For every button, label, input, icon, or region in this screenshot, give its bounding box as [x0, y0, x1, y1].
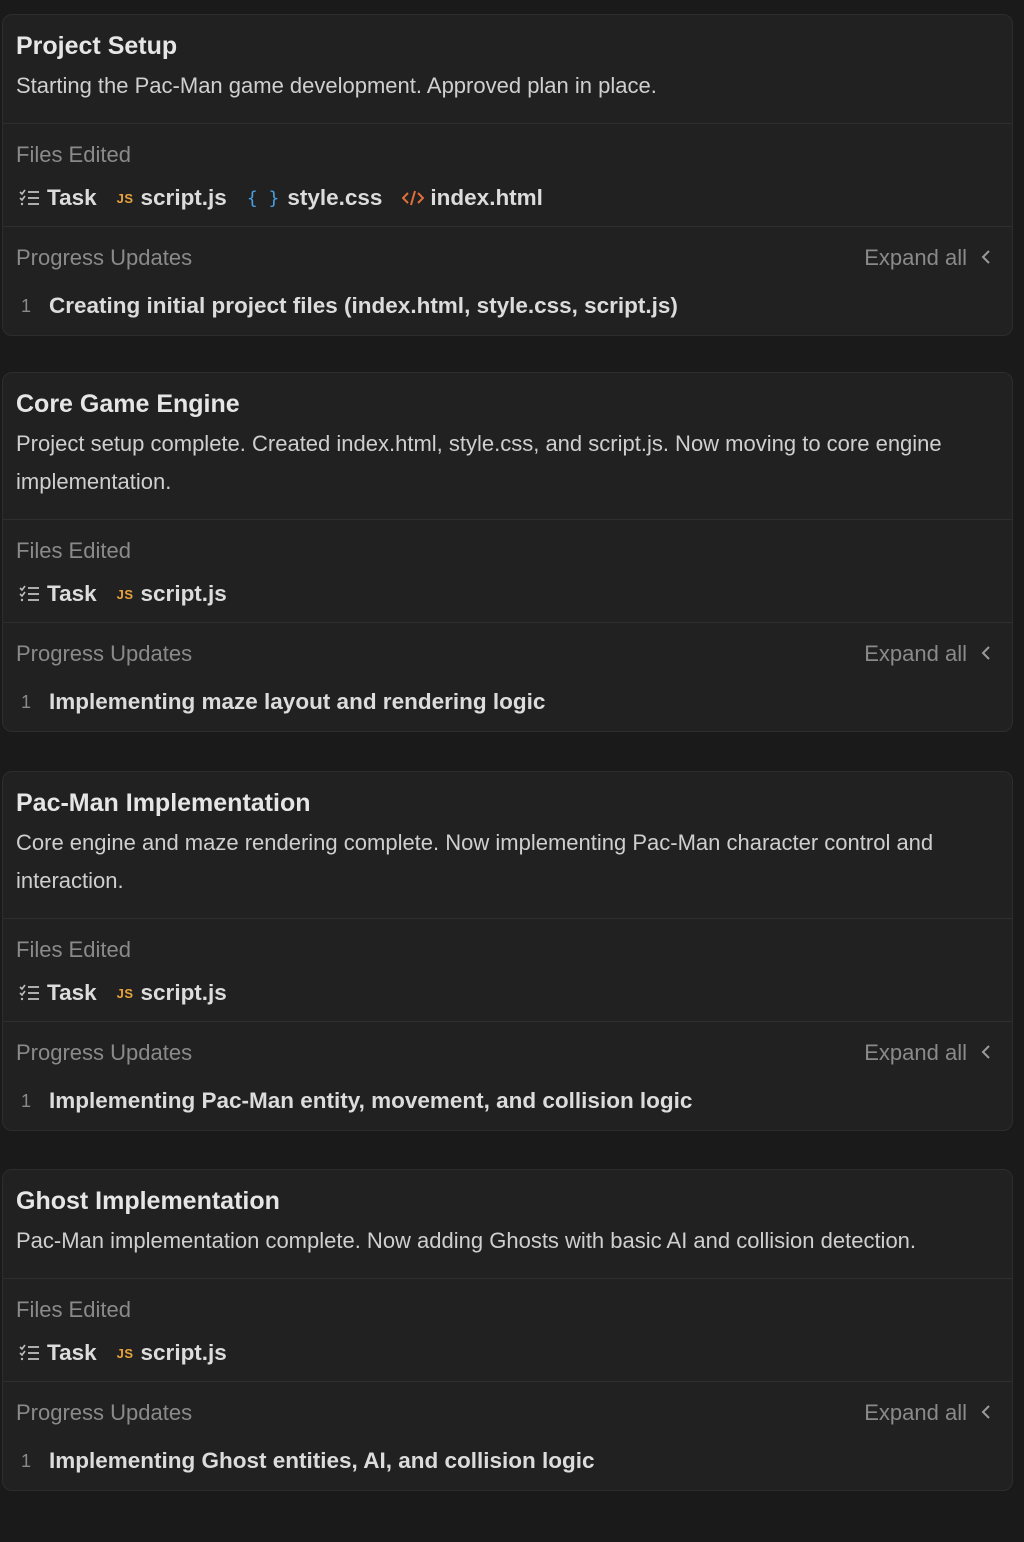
card-title: Ghost Implementation — [16, 1187, 280, 1215]
update-number: 1 — [21, 1450, 32, 1471]
file-chip[interactable]: JS script.js — [117, 980, 227, 1006]
files-edited-section: Files Edited Task JS script.js — [3, 919, 1012, 1022]
file-chip[interactable]: Task — [16, 1340, 97, 1366]
card-description: Project setup complete. Created index.ht… — [16, 431, 942, 494]
expand-all-label: Expand all — [864, 1400, 967, 1425]
file-name: script.js — [140, 581, 227, 606]
expand-all-label: Expand all — [864, 245, 967, 270]
chevron-left-icon — [967, 1040, 999, 1066]
files-list: Task JS script.js — [16, 1339, 999, 1367]
files-edited-label: Files Edited — [16, 142, 131, 167]
expand-all-button[interactable]: Expand all — [864, 641, 999, 667]
file-name: Task — [47, 581, 97, 606]
card-title: Project Setup — [16, 32, 178, 60]
file-chip[interactable]: Task — [16, 581, 97, 607]
expand-all-button[interactable]: Expand all — [864, 245, 999, 271]
js-icon: JS — [116, 190, 134, 206]
file-name: Task — [47, 1340, 97, 1365]
progress-updates-section: Progress Updates Expand all 1 Implementing … — [3, 1382, 1012, 1490]
file-name: style.css — [287, 185, 383, 210]
task-card: Pac-Man Implementation Core engine and ma… — [2, 771, 1013, 1131]
js-icon: JS — [116, 985, 134, 1001]
update-text: Creating initial project files (index.ht… — [49, 293, 678, 318]
chevron-left-icon — [967, 1400, 999, 1426]
card-description: Pac-Man implementation complete. Now add… — [16, 1228, 917, 1253]
update-text: Implementing Ghost entities, AI, and col… — [49, 1448, 595, 1473]
files-edited-section: Files Edited Task JS script.js { } style.css i… — [3, 124, 1012, 227]
update-text: Implementing maze layout and rendering l… — [49, 689, 546, 714]
file-chip[interactable]: Task — [16, 185, 97, 211]
progress-updates-label: Progress Updates — [16, 1040, 193, 1065]
html-code-icon — [402, 189, 425, 207]
task-card: Core Game Engine Project setup complete. … — [2, 372, 1013, 732]
expand-all-label: Expand all — [864, 641, 967, 666]
file-name: Task — [47, 185, 97, 210]
card-header: Ghost Implementation Pac-Man implementati… — [3, 1170, 1012, 1279]
card-title: Pac-Man Implementation — [16, 789, 311, 817]
card-title: Core Game Engine — [16, 390, 240, 418]
task-card: Project Setup Starting the Pac-Man game d… — [2, 14, 1013, 336]
file-name: script.js — [140, 1340, 227, 1365]
file-chip[interactable]: { } style.css — [247, 185, 383, 211]
progress-updates-section: Progress Updates Expand all 1 Implementing … — [3, 623, 1012, 731]
card-header: Project Setup Starting the Pac-Man game d… — [3, 15, 1012, 124]
chevron-left-icon — [967, 641, 999, 667]
files-list: Task JS script.js { } style.css index.html — [16, 184, 999, 212]
files-edited-label: Files Edited — [16, 1297, 131, 1322]
card-header: Core Game Engine Project setup complete. … — [3, 373, 1012, 520]
progress-update-item[interactable]: 1 Creating initial project files (index.h… — [16, 293, 999, 319]
files-list: Task JS script.js — [16, 580, 999, 608]
card-header: Pac-Man Implementation Core engine and ma… — [3, 772, 1012, 919]
task-list-icon — [19, 188, 41, 208]
task-list-icon — [19, 584, 41, 604]
files-edited-label: Files Edited — [16, 937, 131, 962]
file-chip[interactable]: index.html — [402, 185, 543, 211]
update-text: Implementing Pac-Man entity, movement, a… — [49, 1088, 693, 1113]
file-name: index.html — [430, 185, 543, 210]
expand-all-label: Expand all — [864, 1040, 967, 1065]
file-name: script.js — [140, 185, 227, 210]
progress-updates-section: Progress Updates Expand all 1 Creating init… — [3, 227, 1012, 335]
task-card: Ghost Implementation Pac-Man implementati… — [2, 1169, 1013, 1491]
progress-header: Progress Updates Expand all — [16, 1040, 999, 1066]
update-number: 1 — [21, 295, 32, 316]
progress-updates-label: Progress Updates — [16, 641, 193, 666]
file-name: Task — [47, 980, 97, 1005]
files-list: Task JS script.js — [16, 979, 999, 1007]
file-chip[interactable]: Task — [16, 980, 97, 1006]
progress-header: Progress Updates Expand all — [16, 245, 999, 271]
progress-updates-section: Progress Updates Expand all 1 Implementing … — [3, 1022, 1012, 1130]
chevron-left-icon — [967, 245, 999, 271]
task-list-icon — [19, 983, 41, 1003]
js-icon: JS — [116, 586, 134, 602]
progress-update-item[interactable]: 1 Implementing maze layout and rendering … — [16, 689, 999, 715]
progress-update-item[interactable]: 1 Implementing Ghost entities, AI, and co… — [16, 1448, 999, 1474]
card-description: Starting the Pac-Man game development. A… — [16, 73, 657, 98]
progress-header: Progress Updates Expand all — [16, 641, 999, 667]
progress-header: Progress Updates Expand all — [16, 1400, 999, 1426]
task-progress-panel: Project Setup Starting the Pac-Man game d… — [0, 0, 1024, 1542]
expand-all-button[interactable]: Expand all — [864, 1400, 999, 1426]
js-icon: JS — [116, 1345, 134, 1361]
css-braces-icon: { } — [246, 187, 280, 209]
file-chip[interactable]: JS script.js — [117, 581, 227, 607]
progress-update-item[interactable]: 1 Implementing Pac-Man entity, movement, … — [16, 1088, 999, 1114]
task-list-icon — [19, 1343, 41, 1363]
update-number: 1 — [21, 691, 32, 712]
files-edited-label: Files Edited — [16, 538, 131, 563]
files-edited-section: Files Edited Task JS script.js — [3, 520, 1012, 623]
progress-updates-label: Progress Updates — [16, 1400, 193, 1425]
update-number: 1 — [21, 1090, 32, 1111]
files-edited-section: Files Edited Task JS script.js — [3, 1279, 1012, 1382]
expand-all-button[interactable]: Expand all — [864, 1040, 999, 1066]
file-chip[interactable]: JS script.js — [117, 1340, 227, 1366]
card-description: Core engine and maze rendering complete.… — [16, 830, 934, 893]
file-chip[interactable]: JS script.js — [117, 185, 227, 211]
progress-updates-label: Progress Updates — [16, 245, 193, 270]
file-name: script.js — [140, 980, 227, 1005]
